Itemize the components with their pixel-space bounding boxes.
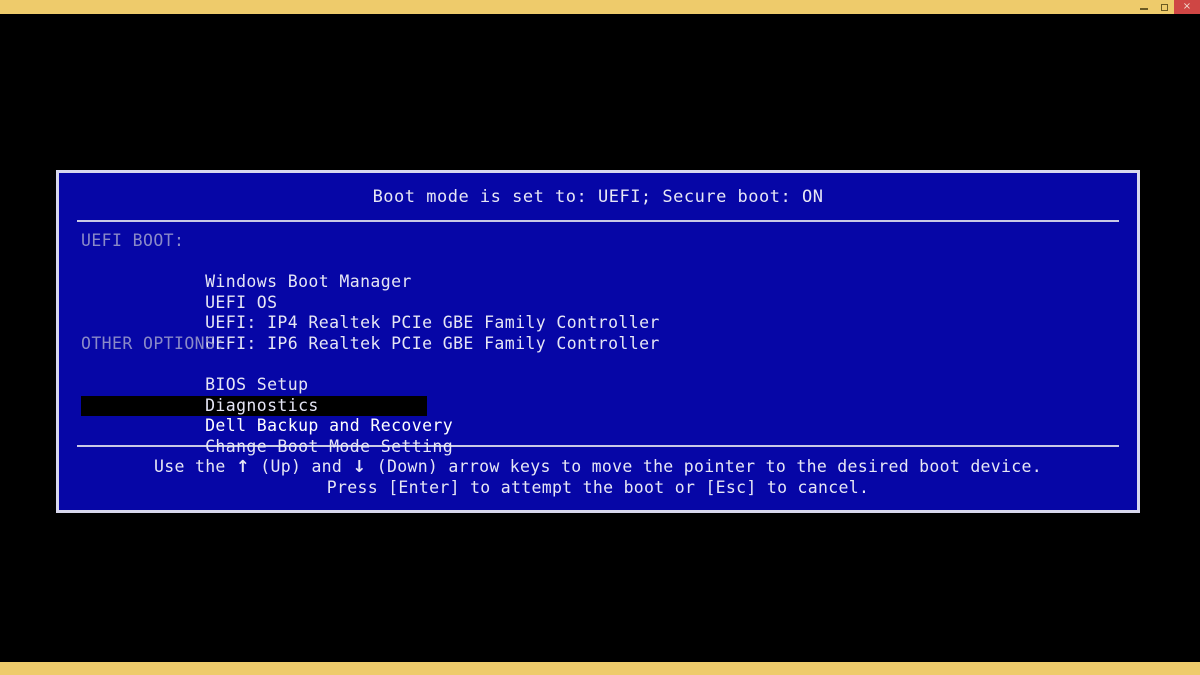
boot-item-label: BIOS Setup [205, 375, 309, 395]
maximize-icon [1160, 3, 1168, 11]
boot-item-label: Change Boot Mode Setting [205, 436, 454, 456]
instruction-text-part1: Use the [154, 456, 236, 476]
instruction-text-part2: (Up) and [250, 456, 353, 476]
boot-item-label: UEFI OS [205, 292, 278, 312]
boot-item-windows-boot-manager[interactable]: Windows Boot Manager [59, 252, 1137, 291]
boot-item-label: Dell Backup and Recovery [205, 416, 454, 436]
arrow-down-icon: ↓ [352, 456, 367, 476]
boot-item-bios-setup[interactable]: BIOS Setup [59, 355, 1137, 394]
close-icon: × [1182, 1, 1192, 12]
boot-options-list: UEFI BOOT: Windows Boot Manager UEFI OS … [59, 222, 1137, 456]
maximize-button[interactable] [1154, 0, 1174, 14]
boot-item-label: UEFI: IP4 Realtek PCIe GBE Family Contro… [205, 313, 660, 333]
instruction-line-2: Press [Enter] to attempt the boot or [Es… [326, 477, 870, 497]
boot-screen: Boot mode is set to: UEFI; Secure boot: … [0, 14, 1200, 662]
instruction-line-1: Use the ↑ (Up) and ↓ (Down) arrow keys t… [59, 456, 1137, 477]
section-header-uefi-boot: UEFI BOOT: [81, 231, 185, 250]
minimize-icon [1140, 8, 1148, 10]
close-button[interactable]: × [1174, 0, 1200, 14]
window-titlebar: × [0, 0, 1200, 14]
boot-item-label: Diagnostics [205, 395, 319, 415]
instruction-text-part3: (Down) arrow keys to move the pointer to… [366, 456, 1042, 476]
boot-mode-header: Boot mode is set to: UEFI; Secure boot: … [59, 173, 1137, 220]
minimize-button[interactable] [1134, 0, 1154, 14]
boot-menu-dialog: Boot mode is set to: UEFI; Secure boot: … [56, 170, 1140, 513]
boot-mode-text: Boot mode is set to: UEFI; Secure boot: … [372, 186, 824, 207]
window-bottom-bar [0, 662, 1200, 675]
boot-item-label: UEFI: IP6 Realtek PCIe GBE Family Contro… [205, 333, 660, 353]
boot-item-label: Windows Boot Manager [205, 272, 412, 292]
arrow-up-icon: ↑ [235, 456, 251, 476]
